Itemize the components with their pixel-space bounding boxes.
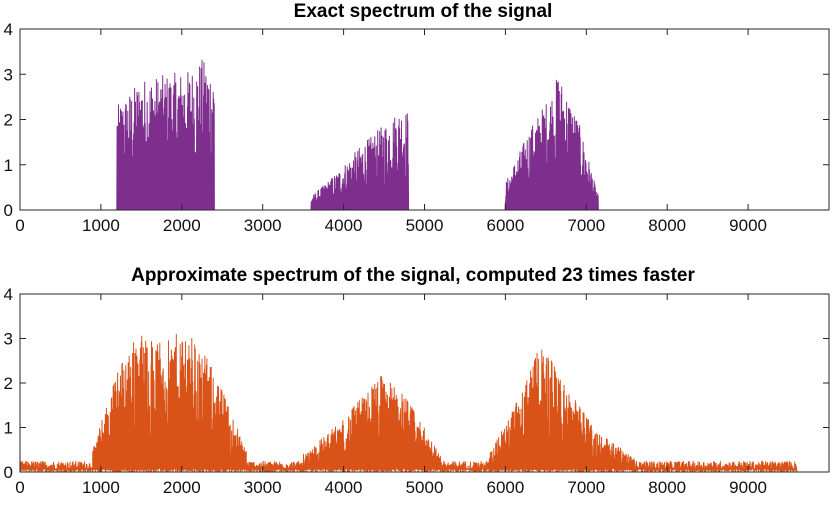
x-tick-label: 6000 xyxy=(486,216,524,235)
y-tick-label: 3 xyxy=(4,330,13,349)
x-tick-label: 5000 xyxy=(406,216,444,235)
x-tick-label: 9000 xyxy=(729,216,767,235)
exact-spectrum-panel: Exact spectrum of the signal 0 1000 2000 30… xyxy=(4,1,830,235)
x-tick-label: 6000 xyxy=(486,478,524,497)
x-tick-label: 9000 xyxy=(729,478,767,497)
x-tick-label: 4000 xyxy=(325,216,363,235)
y-tick-label: 2 xyxy=(4,111,13,130)
approximate-spectrum-panel: Approximate spectrum of the signal, comp… xyxy=(4,265,830,497)
y-tick-label: 4 xyxy=(4,285,13,304)
x-tick-label: 7000 xyxy=(567,478,605,497)
x-tick-label: 1000 xyxy=(82,216,120,235)
y-tick-label: 3 xyxy=(4,65,13,84)
y-tick-label: 1 xyxy=(4,419,13,438)
x-tick-label: 3000 xyxy=(244,216,282,235)
y-tick-label: 2 xyxy=(4,374,13,393)
y-tick-label: 0 xyxy=(4,201,13,220)
x-tick-label: 0 xyxy=(15,478,24,497)
panel-title: Approximate spectrum of the signal, comp… xyxy=(131,265,695,286)
x-tick-label: 4000 xyxy=(325,478,363,497)
y-tick-label: 4 xyxy=(4,20,13,39)
x-tick-label: 7000 xyxy=(567,216,605,235)
x-tick-label: 8000 xyxy=(648,478,686,497)
x-tick-label: 0 xyxy=(15,216,24,235)
y-tick-label: 1 xyxy=(4,156,13,175)
spectrum-series xyxy=(20,59,797,211)
x-tick-label: 2000 xyxy=(163,478,201,497)
x-tick-label: 5000 xyxy=(406,478,444,497)
x-tick-label: 8000 xyxy=(648,216,686,235)
y-tick-label: 0 xyxy=(4,463,13,482)
x-tick-label: 3000 xyxy=(244,478,282,497)
x-tick-label: 1000 xyxy=(82,478,120,497)
figure: Exact spectrum of the signal 0 1000 2000 30… xyxy=(4,1,830,497)
x-tick-label: 2000 xyxy=(163,216,201,235)
panel-title: Exact spectrum of the signal xyxy=(294,1,553,22)
spectrum-series xyxy=(19,333,798,473)
